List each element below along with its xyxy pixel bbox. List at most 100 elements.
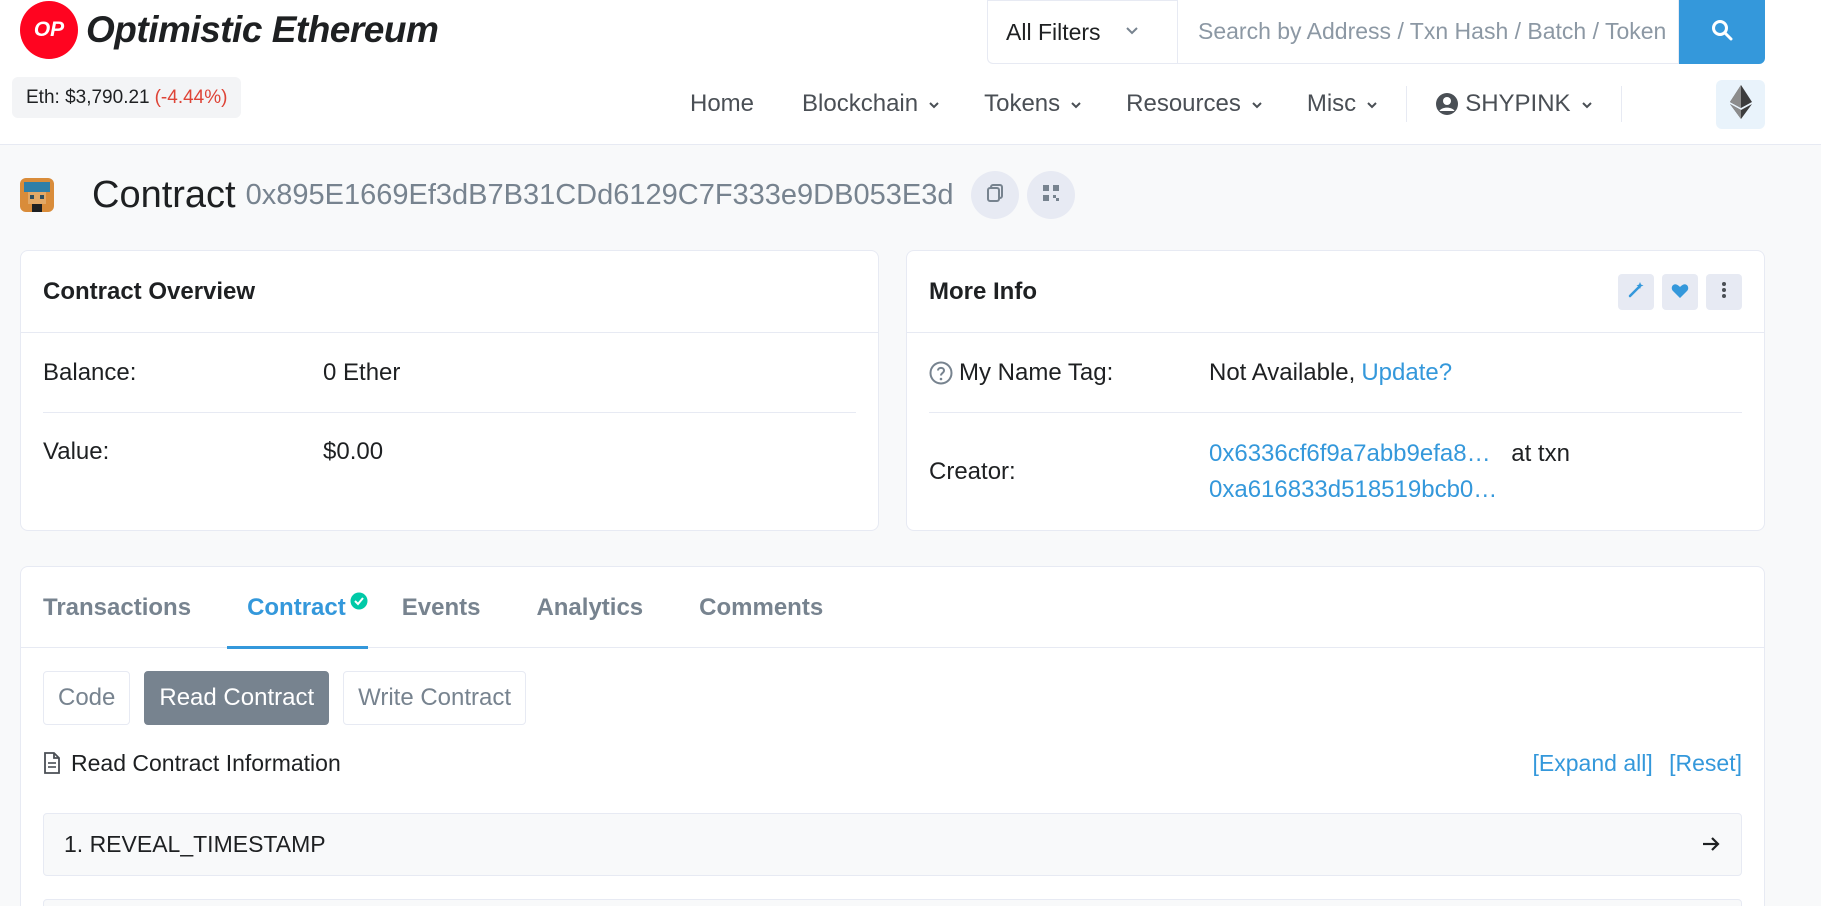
tab-analytics-label: Analytics <box>536 593 644 621</box>
tab-transactions[interactable]: Transactions <box>43 567 191 648</box>
value-label: Value: <box>43 438 110 465</box>
nav-user-label: SHYPINK <box>1465 90 1571 117</box>
nav-divider <box>1406 86 1408 122</box>
function-name: 1. REVEAL_TIMESTAMP <box>64 831 326 857</box>
search-bar: All Filters <box>987 0 1765 64</box>
balance-row: Balance: 0 Ether <box>43 333 856 413</box>
balance-label: Balance: <box>43 358 137 386</box>
site-name: Optimistic Ethereum <box>86 9 439 50</box>
site-logo[interactable]: OP Optimistic Ethereum <box>20 1 439 59</box>
tab-events[interactable]: Events <box>402 567 481 648</box>
verified-check-icon <box>350 589 368 610</box>
more-options-button[interactable] <box>1706 273 1742 310</box>
contract-overview-card: Contract Overview Balance: 0 Ether Value… <box>20 250 879 531</box>
op-logo-badge: OP <box>20 1 78 59</box>
page-title-row: Contract 0x895E1669Ef3dB7B31CDd6129C7F33… <box>20 170 1076 220</box>
more-info-title: More Info <box>929 277 1037 305</box>
chevron-down-icon <box>1125 23 1139 41</box>
nav-divider <box>1620 86 1622 122</box>
tab-events-label: Events <box>401 593 481 621</box>
balance-value: 0 Ether <box>323 358 401 386</box>
name-tag-label-wrap: My Name Tag: <box>929 359 1209 387</box>
creator-row: Creator: 0x6336cf6f9a7abb9efa8… at txn 0… <box>929 413 1742 530</box>
favorite-button[interactable] <box>1662 273 1698 310</box>
expand-reset-links: [Expand all] [Reset] <box>1523 750 1742 777</box>
name-tag-row: My Name Tag: Not Available, Update? <box>929 333 1742 413</box>
function-row[interactable]: 1. REVEAL_TIMESTAMP <box>43 813 1742 876</box>
subtab-read-contract[interactable]: Read Contract <box>144 671 330 725</box>
function-row-partial[interactable] <box>43 899 1742 906</box>
nav-misc[interactable]: Misc <box>1307 90 1378 118</box>
tab-analytics[interactable]: Analytics <box>536 567 643 648</box>
creator-label: Creator: <box>929 457 1016 485</box>
ethereum-icon <box>1729 85 1752 124</box>
nav-blockchain[interactable]: Blockchain <box>802 90 940 118</box>
tab-comments-label: Comments <box>699 593 824 621</box>
heart-icon <box>1671 278 1689 306</box>
more-info-actions <box>1610 273 1742 310</box>
creator-address-line: 0x6336cf6f9a7abb9efa8… at txn <box>1209 436 1570 472</box>
arrow-right-icon <box>1701 831 1721 858</box>
chevron-down-icon <box>1070 97 1082 112</box>
main-nav: Home Blockchain Tokens Resources Misc SH… <box>690 82 1622 126</box>
eth-price-change: (-4.44%) <box>154 86 228 108</box>
user-circle-icon <box>1435 92 1459 116</box>
nav-home[interactable]: Home <box>690 90 754 118</box>
nav-resources[interactable]: Resources <box>1126 90 1263 118</box>
search-filter-select[interactable]: All Filters <box>987 0 1177 64</box>
copy-icon <box>985 183 1005 208</box>
network-switch-button[interactable] <box>1716 80 1765 129</box>
creator-details: 0x6336cf6f9a7abb9efa8… at txn 0xa616833d… <box>1209 436 1570 508</box>
nav-home-label: Home <box>690 90 755 117</box>
contract-avatar-icon <box>20 178 54 212</box>
expand-all-link[interactable]: [Expand all] <box>1533 750 1653 776</box>
nav-tokens-label: Tokens <box>984 90 1061 117</box>
tab-contract[interactable]: Contract <box>227 567 368 649</box>
value-row: Value: $0.00 <box>43 413 856 491</box>
magic-wand-button[interactable] <box>1618 273 1654 310</box>
more-info-header: More Info <box>907 251 1764 333</box>
name-tag-value: Not Available, <box>1209 358 1356 386</box>
chevron-down-icon <box>1581 97 1593 112</box>
question-circle-icon <box>929 361 953 385</box>
qr-code-button[interactable] <box>1027 171 1076 219</box>
search-button[interactable] <box>1679 0 1765 64</box>
tab-bar: Transactions Contract Events Analytics C… <box>21 567 1764 649</box>
creator-at-txn-text: at txn <box>1511 439 1570 467</box>
reset-link[interactable]: [Reset] <box>1669 750 1742 776</box>
tab-comments[interactable]: Comments <box>699 567 823 648</box>
search-input[interactable] <box>1177 0 1679 64</box>
qr-code-icon <box>1042 184 1060 207</box>
copy-address-button[interactable] <box>971 171 1020 219</box>
update-name-tag-link[interactable]: Update? <box>1361 359 1452 387</box>
search-filter-value: All Filters <box>1006 18 1101 45</box>
contract-overview-title: Contract Overview <box>21 251 878 333</box>
site-header: OP Optimistic Ethereum Eth: $3,790.21 (-… <box>0 0 1821 145</box>
nav-user-menu[interactable]: SHYPINK <box>1435 90 1592 118</box>
chevron-down-icon <box>1251 97 1263 112</box>
contract-address: 0x895E1669Ef3dB7B31CDd6129C7F333e9DB053E… <box>245 178 954 211</box>
eth-price-badge[interactable]: Eth: $3,790.21 (-4.44%) <box>12 77 242 118</box>
tab-transactions-label: Transactions <box>43 593 192 621</box>
kebab-menu-icon <box>1721 278 1727 306</box>
subtab-write-contract[interactable]: Write Contract <box>343 671 527 725</box>
creator-address-link[interactable]: 0x6336cf6f9a7abb9efa8… <box>1209 440 1491 467</box>
document-icon <box>43 752 61 774</box>
contract-subtabs: Code Read Contract Write Contract <box>43 671 540 725</box>
magic-wand-icon <box>1627 278 1645 306</box>
creator-txn-link[interactable]: 0xa616833d518519bcb0… <box>1209 472 1570 508</box>
chevron-down-icon <box>1366 97 1378 112</box>
value-value: $0.00 <box>323 438 384 465</box>
nav-misc-label: Misc <box>1306 90 1357 117</box>
read-contract-info-row: Read Contract Information [Expand all] [… <box>43 743 1742 783</box>
nav-blockchain-label: Blockchain <box>802 90 919 117</box>
read-contract-info-title: Read Contract Information <box>71 749 341 776</box>
contract-tabs-card: Transactions Contract Events Analytics C… <box>20 566 1765 906</box>
name-tag-label: My Name Tag: <box>959 358 1114 386</box>
chevron-down-icon <box>928 97 940 112</box>
more-info-card: More Info My Name Tag: Not Available, Up… <box>906 250 1765 531</box>
subtab-code[interactable]: Code <box>43 671 131 725</box>
nav-tokens[interactable]: Tokens <box>984 90 1082 118</box>
eth-price-label: Eth: $3,790.21 <box>26 86 150 108</box>
nav-resources-label: Resources <box>1126 90 1241 117</box>
